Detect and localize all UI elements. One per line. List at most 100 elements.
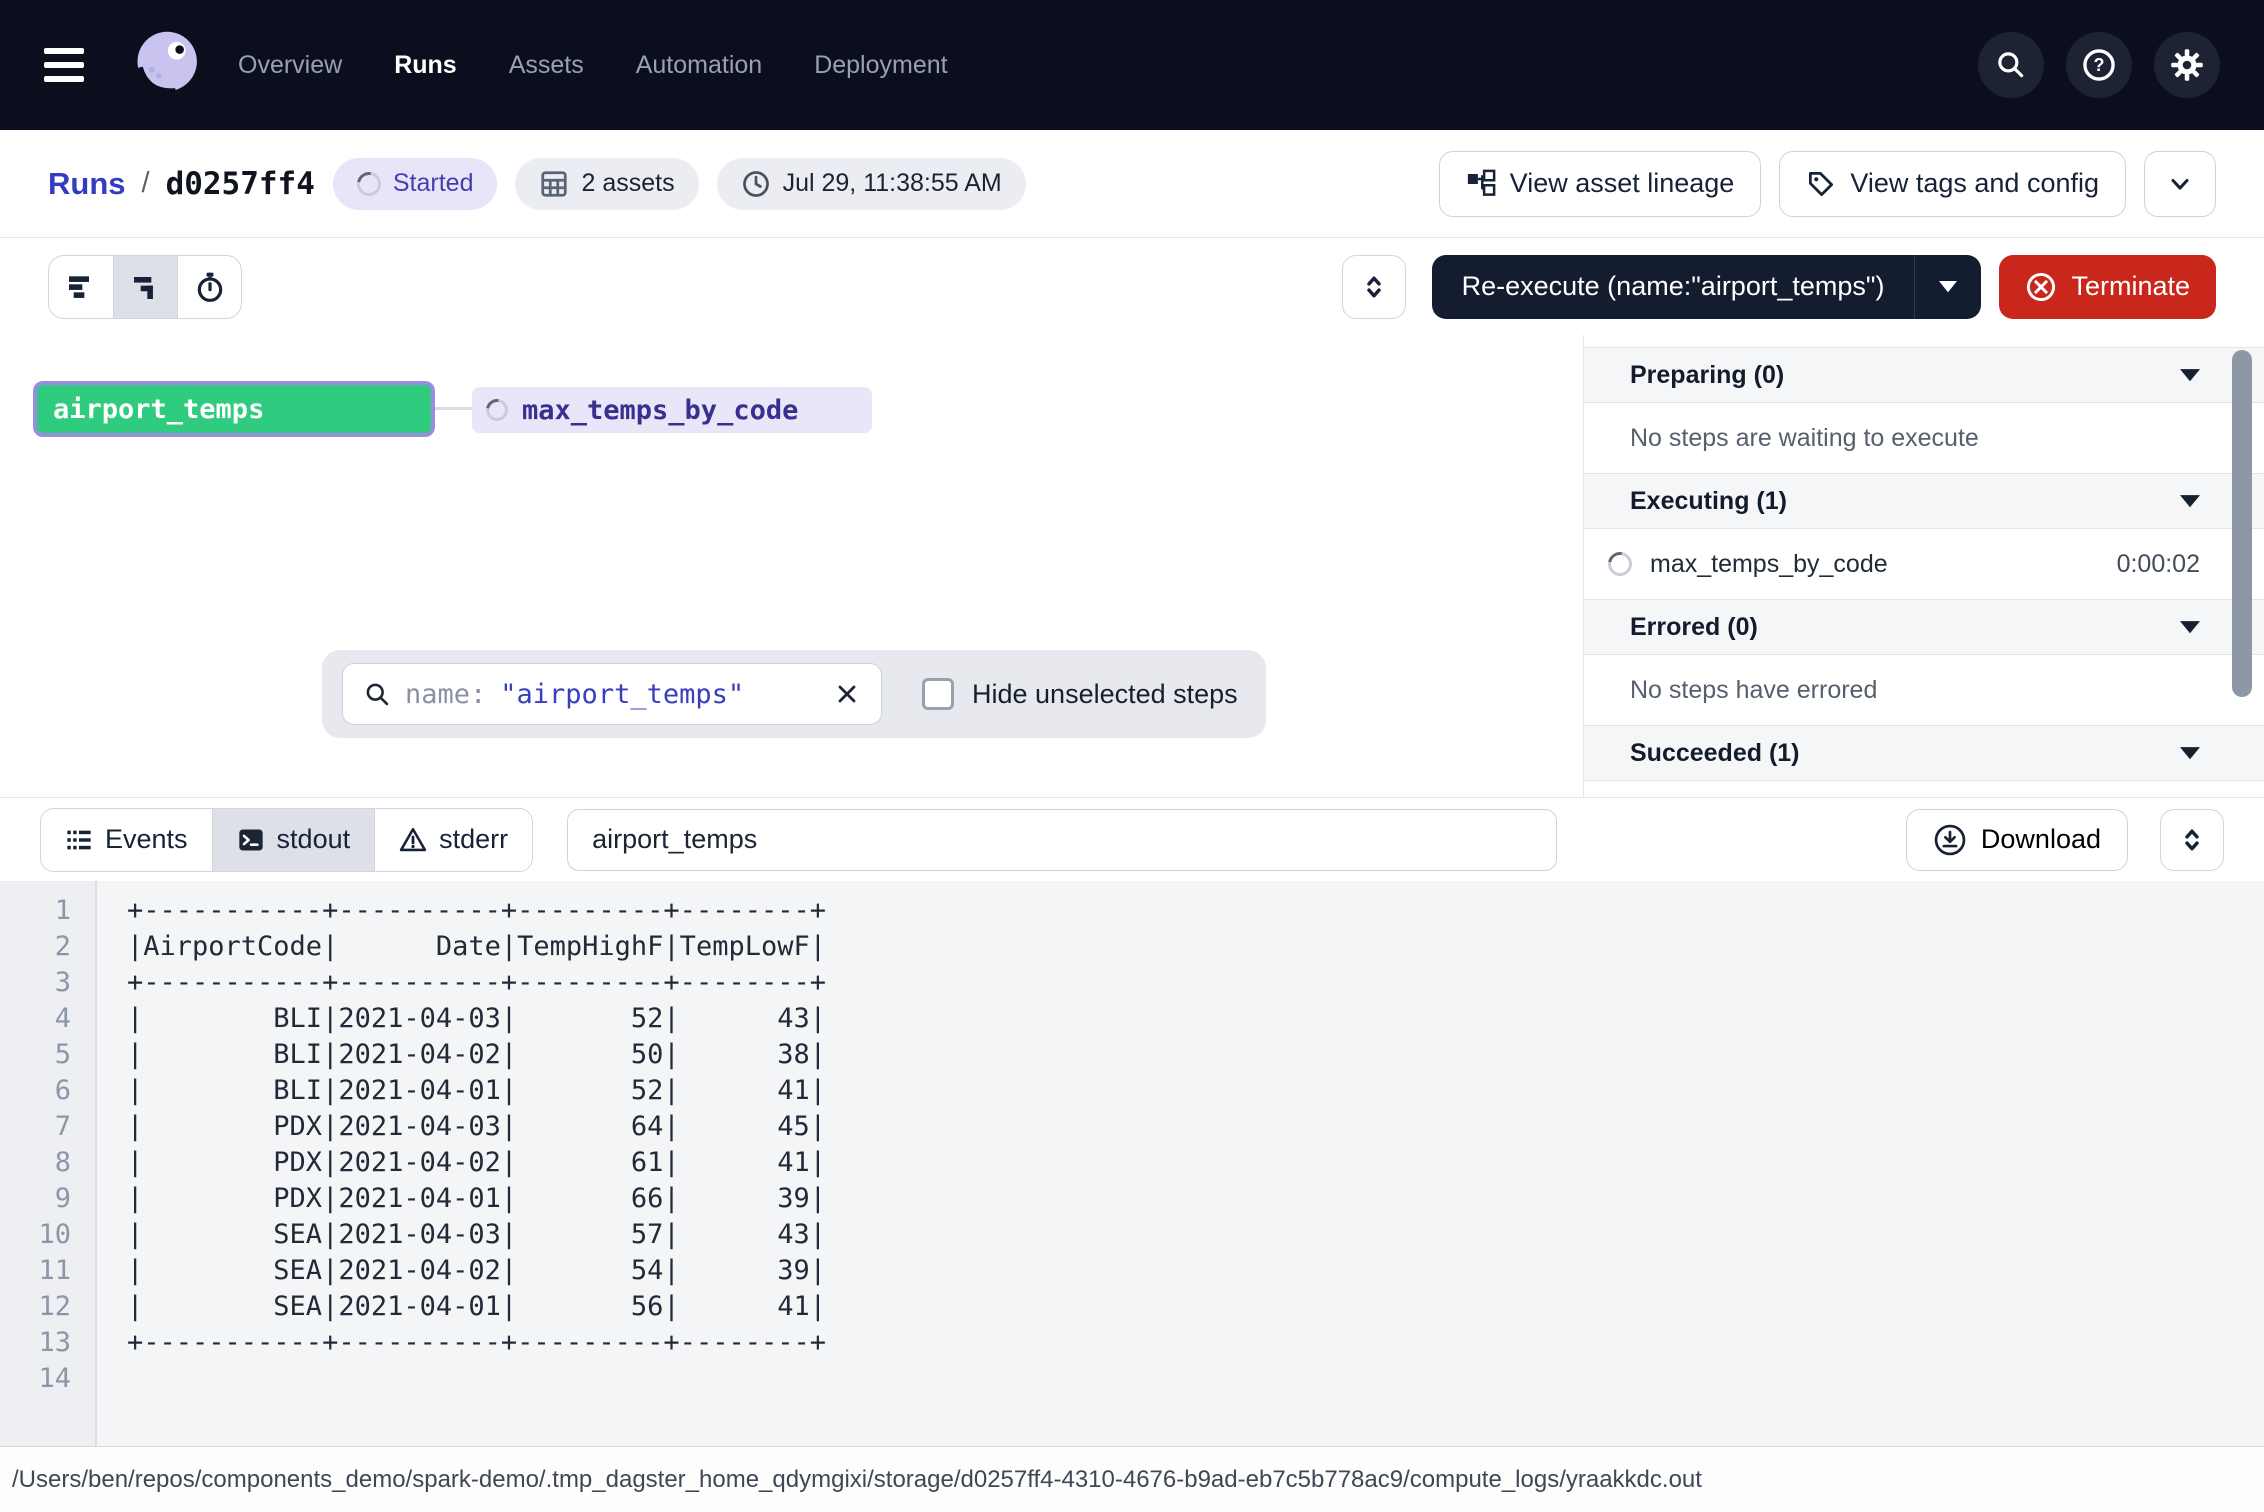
assets-grid-icon xyxy=(539,169,569,199)
hide-unselected-checkbox[interactable] xyxy=(922,678,954,710)
breadcrumb-runs-link[interactable]: Runs xyxy=(48,166,126,202)
tab-stdout[interactable]: stdout xyxy=(212,809,375,871)
zoom-fit-button[interactable] xyxy=(1342,255,1406,319)
log-line: 4| BLI|2021-04-03| 52| 43| xyxy=(0,1001,2264,1037)
terminate-button[interactable]: Terminate xyxy=(1999,255,2216,319)
line-number: 12 xyxy=(0,1289,95,1325)
line-number: 2 xyxy=(0,929,95,965)
tab-events[interactable]: Events xyxy=(41,809,212,871)
expand-vertical-icon xyxy=(1359,272,1389,302)
log-text: +-----------+----------+---------+------… xyxy=(95,1325,826,1361)
nav-item-overview[interactable]: Overview xyxy=(238,51,342,80)
line-number: 4 xyxy=(0,1001,95,1037)
panel-scrollbar[interactable] xyxy=(2232,350,2252,697)
run-header: Runs / d0257ff4 Started 2 assets Jul 29,… xyxy=(0,130,2264,238)
help-icon: ? xyxy=(2081,47,2117,83)
log-line: 13+-----------+----------+---------+----… xyxy=(0,1325,2264,1361)
log-output[interactable]: 1+-----------+----------+---------+-----… xyxy=(0,881,2264,1446)
collapse-triangle-icon xyxy=(2180,369,2200,382)
log-line: 14 xyxy=(0,1361,2264,1397)
log-line: 11| SEA|2021-04-02| 54| 39| xyxy=(0,1253,2264,1289)
graph-edge xyxy=(435,407,472,410)
hamburger-menu-button[interactable] xyxy=(44,35,104,95)
executing-spinner-icon xyxy=(482,395,513,426)
log-toolbar: Events stdout stderr airport_temps xyxy=(0,797,2264,881)
line-number: 8 xyxy=(0,1145,95,1181)
collapse-triangle-icon xyxy=(2180,747,2200,760)
nav-item-deployment[interactable]: Deployment xyxy=(814,51,947,80)
run-id: d0257ff4 xyxy=(166,166,315,202)
help-button[interactable]: ? xyxy=(2066,32,2132,98)
collapse-triangle-icon xyxy=(2180,621,2200,634)
line-number: 9 xyxy=(0,1181,95,1217)
log-line: 7| PDX|2021-04-03| 64| 45| xyxy=(0,1109,2264,1145)
log-tabs: Events stdout stderr xyxy=(40,808,533,872)
reexecute-button[interactable]: Re-execute (name:"airport_temps") xyxy=(1432,255,1982,319)
lineage-icon xyxy=(1466,169,1496,199)
collapse-triangle-icon xyxy=(2180,495,2200,508)
expand-logs-button[interactable] xyxy=(2160,809,2224,871)
step-filter-input[interactable]: name:"airport_temps" xyxy=(342,663,882,725)
search-icon xyxy=(363,680,391,708)
step-elapsed-time: 0:00:02 xyxy=(2117,550,2200,579)
view-mode-waterfall-button[interactable] xyxy=(113,256,177,318)
top-nav: Overview Runs Assets Automation Deployme… xyxy=(0,0,2264,130)
section-preparing-header[interactable]: Preparing (0) xyxy=(1584,347,2264,403)
run-actions-menu-button[interactable] xyxy=(2144,151,2216,217)
svg-text:?: ? xyxy=(2094,55,2105,75)
global-search-button[interactable] xyxy=(1978,32,2044,98)
log-text: | PDX|2021-04-01| 66| 39| xyxy=(95,1181,826,1217)
gantt-graph-area: airport_temps max_temps_by_code name:"ai… xyxy=(0,335,2264,797)
section-executing-header[interactable]: Executing (1) xyxy=(1584,473,2264,529)
run-toolbar: Re-execute (name:"airport_temps") Termin… xyxy=(0,238,2264,335)
clear-filter-icon[interactable] xyxy=(833,680,861,708)
log-line: 12| SEA|2021-04-01| 56| 41| xyxy=(0,1289,2264,1325)
step-spinner-icon xyxy=(1603,547,1636,580)
breadcrumb-separator: / xyxy=(142,167,150,200)
step-filter-bar: name:"airport_temps" Hide unselected ste… xyxy=(322,650,1266,738)
log-line: 8| PDX|2021-04-02| 61| 41| xyxy=(0,1145,2264,1181)
log-text: | SEA|2021-04-02| 54| 39| xyxy=(95,1253,826,1289)
download-button[interactable]: Download xyxy=(1906,809,2128,871)
settings-button[interactable] xyxy=(2154,32,2220,98)
reexecute-dropdown-caret[interactable] xyxy=(1915,281,1981,293)
log-text: | BLI|2021-04-01| 52| 41| xyxy=(95,1073,826,1109)
tab-stderr[interactable]: stderr xyxy=(374,809,532,871)
nav-item-automation[interactable]: Automation xyxy=(636,51,762,80)
expand-vertical-icon xyxy=(2177,825,2207,855)
log-text: | BLI|2021-04-02| 50| 38| xyxy=(95,1037,826,1073)
view-tags-and-config-button[interactable]: View tags and config xyxy=(1779,151,2126,217)
nav-item-runs[interactable]: Runs xyxy=(394,51,457,80)
view-mode-timing-button[interactable] xyxy=(177,256,241,318)
warning-triangle-icon xyxy=(399,826,427,854)
assets-count-badge[interactable]: 2 assets xyxy=(515,158,698,210)
log-text: | SEA|2021-04-03| 57| 43| xyxy=(95,1217,826,1253)
log-text: +-----------+----------+---------+------… xyxy=(95,965,826,1001)
clock-icon xyxy=(741,169,771,199)
log-text: | PDX|2021-04-02| 61| 41| xyxy=(95,1145,826,1181)
log-text: | BLI|2021-04-03| 52| 43| xyxy=(95,1001,826,1037)
gantt-waterfall-icon xyxy=(130,271,162,303)
terminate-circle-x-icon xyxy=(2025,271,2057,303)
chevron-down-icon xyxy=(2166,170,2194,198)
preparing-empty-text: No steps are waiting to execute xyxy=(1584,403,2264,473)
section-succeeded-header[interactable]: Succeeded (1) xyxy=(1584,725,2264,781)
hide-unselected-label[interactable]: Hide unselected steps xyxy=(972,679,1238,710)
log-text: +-----------+----------+---------+------… xyxy=(95,893,826,929)
steps-status-panel: Preparing (0) No steps are waiting to ex… xyxy=(1583,335,2264,797)
gantt-flat-icon xyxy=(65,271,97,303)
log-step-selector[interactable]: airport_temps xyxy=(567,809,1557,871)
line-number: 14 xyxy=(0,1361,95,1397)
section-errored-header[interactable]: Errored (0) xyxy=(1584,599,2264,655)
status-spinner-icon xyxy=(352,167,385,200)
executing-step-row[interactable]: max_temps_by_code 0:00:02 xyxy=(1584,529,2264,599)
nav-item-assets[interactable]: Assets xyxy=(509,51,584,80)
view-mode-flat-button[interactable] xyxy=(49,256,113,318)
dagster-logo-icon[interactable] xyxy=(128,27,204,103)
graph-node-airport-temps[interactable]: airport_temps xyxy=(33,381,435,437)
graph-node-max-temps-by-code[interactable]: max_temps_by_code xyxy=(472,387,872,433)
line-number: 6 xyxy=(0,1073,95,1109)
gear-icon xyxy=(2169,47,2205,83)
view-asset-lineage-button[interactable]: View asset lineage xyxy=(1439,151,1762,217)
line-number: 10 xyxy=(0,1217,95,1253)
